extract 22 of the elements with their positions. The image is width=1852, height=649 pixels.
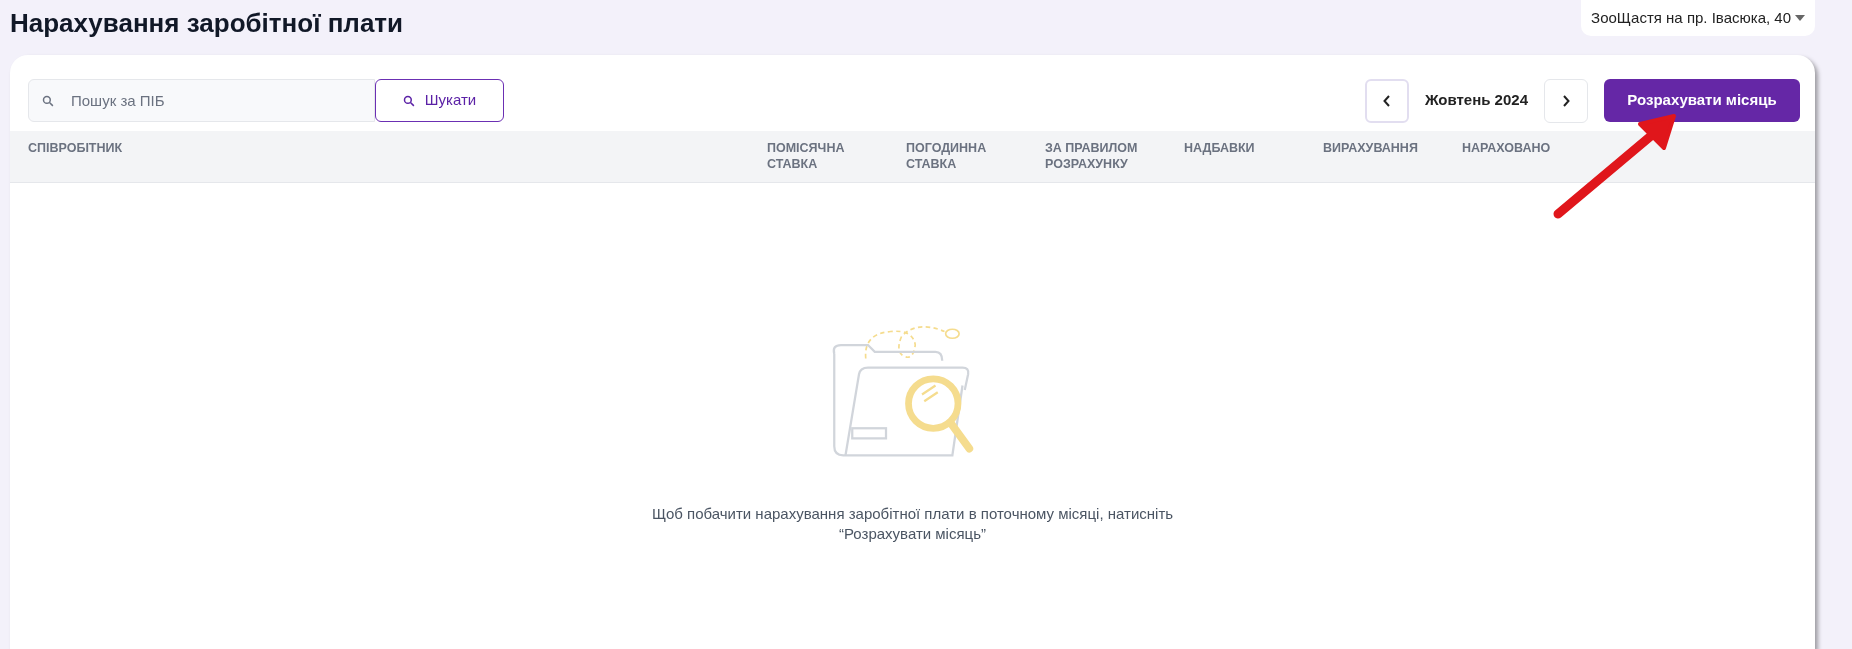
page-title: Нарахування заробітної плати (10, 7, 404, 40)
search-icon (42, 94, 54, 107)
empty-state-message: “Розрахувати місяць” (839, 524, 986, 544)
column-header: ВИРАХУВАННЯ (1323, 140, 1419, 156)
chevron-right-icon (1562, 94, 1570, 107)
month-label: Жовтень 2024 (1424, 90, 1528, 111)
previous-month-button[interactable] (1364, 78, 1409, 123)
search-field[interactable]: Пошук за ПІБ (28, 79, 375, 122)
column-header: НАРАХОВАНО (1462, 140, 1552, 156)
empty-state-message: Щоб побачити нарахування заробітної плати в поточному місяці, натисніть (651, 504, 1174, 524)
column-header: СПІВРОБІТНИК (28, 140, 124, 156)
column-header: НАДБАВКИ (1184, 140, 1256, 156)
chevron-left-icon (1382, 94, 1391, 107)
search-button[interactable]: Шукати (375, 79, 504, 122)
caret-down-icon (1795, 15, 1805, 21)
column-header: ЗА ПРАВИЛОМ РОЗРАХУНКУ (1045, 140, 1139, 172)
calculate-month-button[interactable]: Розрахувати місяць (1604, 79, 1800, 122)
location-dropdown[interactable]: ЗооЩастя на пр. Івасюка, 40 (1581, 0, 1815, 36)
next-month-button[interactable] (1544, 78, 1588, 123)
search-icon (402, 94, 415, 107)
column-header: ПОГОДИННА СТАВКА (906, 140, 988, 172)
column-header: ПОМІСЯЧНА СТАВКА (767, 140, 846, 172)
